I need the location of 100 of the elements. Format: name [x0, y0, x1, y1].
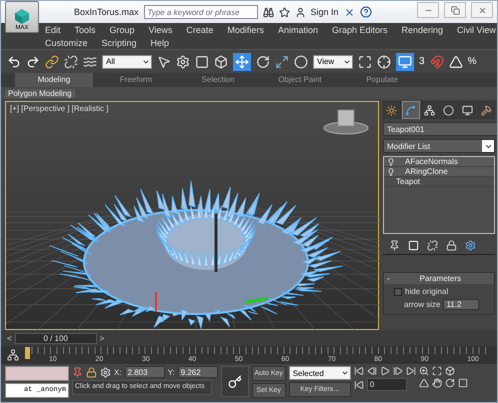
snap-toggle-label[interactable]: 3 [419, 56, 425, 67]
menu-item[interactable]: Views [148, 24, 172, 34]
command-panel-tab[interactable] [477, 101, 495, 119]
go-to-start-icon[interactable] [354, 366, 364, 376]
monitor-icon [462, 104, 473, 116]
previous-frame-icon[interactable] [366, 366, 377, 376]
viewport-label[interactable]: [Perspective ] [21, 104, 70, 113]
circle-icon [442, 104, 454, 116]
region-icon[interactable] [195, 54, 209, 68]
arrow-size-field[interactable]: 11.2 [443, 299, 480, 310]
rotate-icon[interactable] [256, 54, 270, 68]
checkbox-label: hide original [405, 287, 448, 296]
user-icon[interactable] [294, 6, 306, 18]
menu-item[interactable]: Customize [45, 38, 88, 48]
reference-coordinate-dropdown[interactable]: View [313, 54, 353, 68]
previous-frame-button[interactable]: < [7, 334, 12, 342]
lock-icon[interactable] [86, 366, 97, 378]
binoculars-icon[interactable] [262, 6, 274, 18]
set-keys-button[interactable] [220, 366, 249, 397]
menu-item[interactable]: Rendering [402, 24, 444, 34]
link-icon[interactable] [45, 54, 59, 68]
restore-button[interactable] [444, 2, 466, 18]
ribbon-tab[interactable]: Freeform [97, 73, 175, 87]
next-frame-button[interactable]: > [100, 334, 104, 342]
menu-item[interactable]: Modifiers [227, 24, 264, 34]
unlink-icon[interactable] [64, 54, 78, 68]
script-input-field[interactable] [5, 366, 69, 381]
x-coordinate-field[interactable]: 2.803 [124, 366, 165, 378]
go-to-end-icon[interactable] [406, 366, 416, 376]
time-slider-thumb[interactable]: 0 / 100 [14, 332, 97, 344]
zoom-icon[interactable] [418, 366, 429, 376]
checkbox[interactable] [394, 288, 402, 296]
configure-icon[interactable] [465, 240, 476, 251]
rollout-header[interactable]: - Parameters [384, 273, 494, 284]
ribbon-tab[interactable]: Selection [179, 73, 257, 87]
modifier-stack-item[interactable]: Teapot [384, 177, 494, 187]
menu-item[interactable]: Edit [45, 24, 61, 34]
restore-icon[interactable] [450, 6, 460, 14]
sun-icon [386, 104, 398, 116]
track-bar-thumb[interactable] [25, 347, 30, 359]
magnet-icon[interactable] [430, 54, 444, 68]
ribbon-tab[interactable]: Modeling [15, 73, 93, 87]
menu-item[interactable]: Group [110, 24, 135, 34]
collapse-toggle[interactable]: - [387, 274, 390, 283]
menu-item[interactable]: Graph Editors [332, 24, 388, 34]
waves-icon[interactable] [83, 54, 97, 68]
lightbulb-icon[interactable] [387, 158, 395, 166]
modifier-list-dropdown[interactable]: Modifier List [383, 139, 495, 153]
x-label: X: [114, 368, 122, 376]
command-panel-tab[interactable] [402, 101, 420, 119]
menu-item[interactable]: Help [150, 38, 170, 48]
modifier-stack-item[interactable]: ARingClone [384, 167, 494, 177]
selection-filter-dropdown[interactable]: All [102, 54, 152, 68]
ribbon-tab[interactable]: Populate [343, 73, 421, 87]
command-panel-tab[interactable] [458, 101, 476, 119]
field-label: arrow size [404, 300, 440, 309]
modifier-stack-item[interactable]: AFaceNormals [384, 157, 494, 167]
pan-icon[interactable] [432, 378, 442, 388]
key-icon[interactable] [228, 374, 242, 388]
lightbulb-icon[interactable] [387, 168, 395, 176]
scale-icon[interactable] [275, 54, 289, 68]
object-name-field[interactable]: Teapot001 [383, 122, 497, 136]
select-icon[interactable] [157, 54, 171, 68]
command-panel-tab[interactable] [383, 101, 401, 119]
command-panel-tab[interactable] [420, 101, 438, 119]
redo-icon[interactable] [26, 54, 40, 68]
menu-item[interactable]: Civil View [457, 24, 496, 34]
menu-item[interactable]: Scripting [102, 38, 137, 48]
orbit-icon[interactable] [444, 378, 455, 388]
play-icon[interactable] [380, 366, 390, 376]
y-coordinate-field[interactable]: 9.262 [178, 366, 218, 378]
menu-item[interactable]: Create [186, 24, 214, 34]
menu-item[interactable]: Animation [278, 24, 318, 34]
view-cube-drawing[interactable] [324, 110, 368, 134]
hierarchy-icon [424, 104, 436, 116]
current-frame-field[interactable]: 0 [366, 378, 407, 391]
next-frame-icon[interactable] [392, 366, 403, 376]
perspective-viewport[interactable]: [+] [Perspective ] [Realistic ] [5, 101, 379, 330]
viewport-label[interactable]: [+] [10, 104, 20, 113]
command-panel-tab[interactable] [439, 101, 458, 119]
ribbon-tab[interactable]: Object Paint [261, 73, 339, 87]
viewport-label[interactable]: [Realistic ] [72, 104, 108, 113]
undo-icon[interactable] [7, 54, 21, 68]
menu-item[interactable]: Tools [74, 24, 96, 34]
help-icon[interactable] [360, 6, 372, 18]
percent-snap-label[interactable]: % [468, 56, 476, 67]
ribbon-panel-tab[interactable]: Polygon Modeling [5, 88, 75, 98]
close-icon[interactable] [478, 6, 486, 14]
window-title: BoxInTorus.max [74, 7, 139, 17]
key-mode-dropdown[interactable]: Selected [288, 366, 351, 380]
star-icon[interactable] [278, 6, 290, 18]
sign-in-link[interactable]: Sign In [310, 7, 339, 17]
pin-icon[interactable] [389, 240, 400, 251]
logo-icon [13, 7, 31, 25]
caret-icon [340, 369, 349, 377]
pin-icon[interactable] [72, 366, 83, 378]
hammer-icon [480, 104, 492, 116]
search-field[interactable]: Type a keyword or phrase [144, 5, 258, 19]
y-label: Y: [168, 368, 175, 376]
sphere-icon[interactable] [294, 54, 308, 68]
